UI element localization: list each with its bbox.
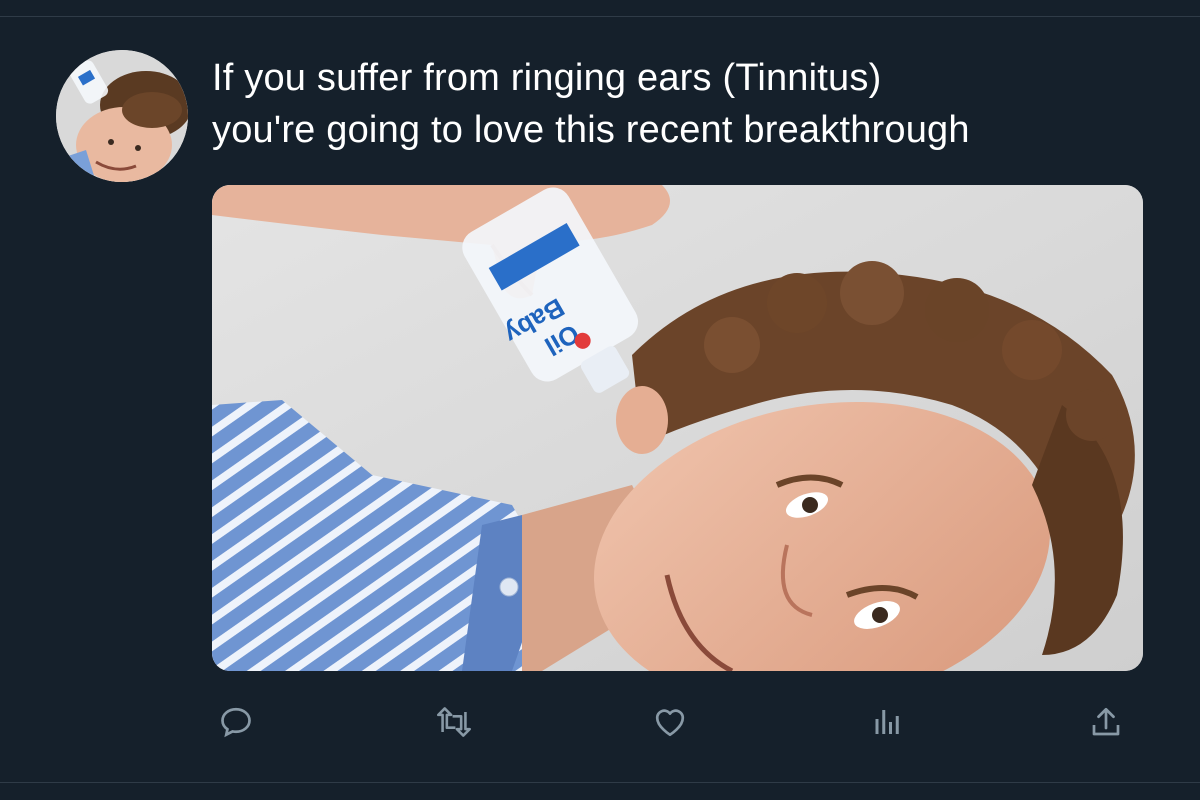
retweet-button[interactable] <box>430 700 478 744</box>
reply-button[interactable] <box>212 700 260 744</box>
analytics-icon <box>875 710 899 734</box>
avatar-image <box>56 50 188 182</box>
like-button[interactable] <box>646 700 694 744</box>
bottom-divider <box>0 782 1200 783</box>
avatar[interactable] <box>56 50 188 182</box>
top-divider <box>0 16 1200 17</box>
share-icon <box>1092 707 1120 736</box>
like-icon <box>655 709 685 737</box>
tweet-text: If you suffer from ringing ears (Tinnitu… <box>212 52 1172 156</box>
tweet-text-line-2: you're going to love this recent breakth… <box>212 109 970 151</box>
tweet-media[interactable]: Baby Oil <box>212 185 1143 671</box>
reply-icon <box>221 707 251 738</box>
retweet-icon <box>437 707 471 737</box>
tweet-text-line-1: If you suffer from ringing ears (Tinnitu… <box>212 57 882 99</box>
analytics-button[interactable] <box>862 700 910 744</box>
tweet-actions <box>0 690 1200 754</box>
media-photo: Baby Oil <box>212 185 1143 671</box>
share-button[interactable] <box>1082 700 1130 744</box>
